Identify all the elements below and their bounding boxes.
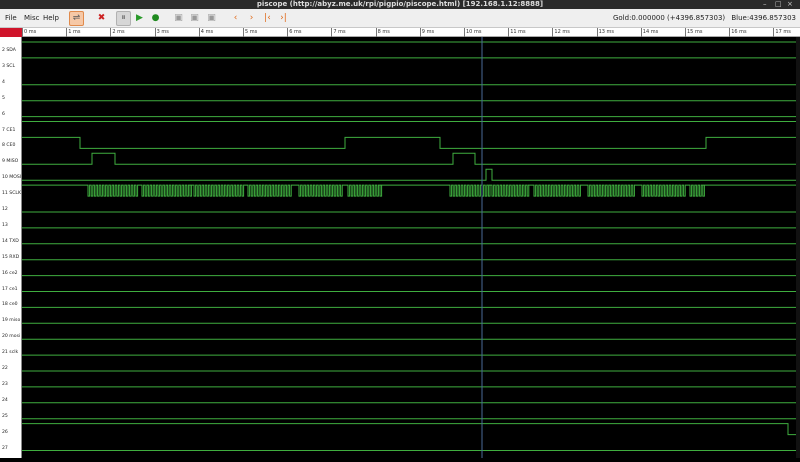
next-button[interactable]: ›	[244, 11, 259, 26]
snapshot-icon: ▣	[207, 13, 216, 23]
channel-label: 21 sclk	[2, 350, 19, 356]
ruler-tick-label: 10 ms	[466, 29, 482, 35]
tools-button[interactable]: ✖	[94, 11, 109, 26]
channel-label: 6	[2, 111, 5, 117]
trace-8-ce0	[22, 136, 800, 149]
snap3-button[interactable]: ▣	[204, 11, 219, 26]
chevron-left-icon: ‹	[233, 13, 238, 23]
channel-label: 23	[2, 381, 8, 387]
snap1-button[interactable]: ▣	[171, 11, 186, 26]
channel-label: 7 CE1	[2, 127, 16, 133]
waveform-area[interactable]	[22, 37, 800, 458]
trace-9-miso	[22, 152, 800, 165]
window-titlebar: piscope (http://abyz.me.uk/rpi/pigpio/pi…	[0, 0, 800, 9]
channel-label: 3 SCL	[2, 63, 16, 69]
channel-label: 17 ce1	[2, 286, 18, 292]
menu-help[interactable]: Help	[43, 9, 59, 28]
channel-label: 11 SCLK	[2, 191, 22, 197]
prev-button[interactable]: ‹	[228, 11, 243, 26]
minimize-button[interactable]: –	[763, 0, 767, 9]
first-button[interactable]: |‹	[260, 11, 275, 26]
trace-11-sclk	[22, 184, 800, 197]
channel-label: 22	[2, 366, 8, 371]
maximize-button[interactable]: □	[775, 0, 782, 9]
channel-label: 10 MOSI	[2, 175, 22, 181]
ruler-tick-label: 17 ms	[775, 29, 791, 35]
snap2-button[interactable]: ▣	[187, 11, 202, 26]
skip-back-icon: |‹	[264, 13, 271, 23]
channel-label: 24	[2, 397, 8, 403]
pause-icon: ⏸	[121, 13, 126, 23]
trace-26	[22, 423, 800, 436]
ruler-tick-label: 15 ms	[687, 29, 703, 35]
snapshot-icon: ▣	[190, 13, 199, 23]
channel-label: 25	[2, 413, 8, 419]
skip-forward-icon: ›|	[280, 13, 287, 23]
channel-label: 5	[2, 95, 5, 101]
cursor-status: Gold:0.000000 (+4396.857303) Blue:4396.8…	[609, 9, 796, 28]
live-button[interactable]: ●	[148, 11, 163, 26]
capture-mode-button[interactable]: ⇌	[69, 11, 84, 26]
channel-label: 12	[2, 207, 8, 212]
channel-label: 20 mosi	[2, 334, 21, 340]
channel-label: 13	[2, 222, 8, 228]
menu-file[interactable]: File	[5, 9, 17, 28]
channel-label: 2 SDA	[2, 48, 16, 53]
ruler-tick-label: 16 ms	[731, 29, 747, 35]
vertical-scrollbar[interactable]	[796, 37, 800, 458]
time-ruler[interactable]: 0 ms 1 ms 2 ms 3 ms 4 ms 5 ms 6 ms 7 ms 8 ms 9 ms…	[0, 28, 800, 37]
ruler-tick-label: 8 ms	[377, 29, 390, 35]
last-button[interactable]: ›|	[276, 11, 291, 26]
ruler-tick-label: 9 ms	[421, 29, 435, 35]
tools-icon: ✖	[97, 13, 106, 23]
ruler-marker	[0, 28, 23, 37]
channel-label: 15 RXD	[2, 254, 20, 260]
close-button[interactable]: ×	[787, 0, 793, 9]
ruler-tick-label: 7 ms	[333, 29, 346, 35]
ruler-tick-label: 6 ms	[289, 29, 302, 35]
snapshot-icon: ▣	[174, 13, 183, 23]
channel-labels: 2 SDA 3 SCL 4 5 6 7 CE1 8 CE0 9 MISO 10 MOSI 11 S…	[0, 37, 22, 458]
channel-label: 18 ce0	[2, 302, 18, 308]
menu-misc[interactable]: Misc	[24, 9, 39, 28]
blue-cursor-readout: Blue:4396.857303	[731, 14, 796, 22]
trace-10-mosi	[22, 168, 800, 181]
check-icon: ●	[151, 13, 160, 23]
play-icon: ▶	[136, 13, 143, 23]
channel-label: 27	[2, 445, 8, 451]
channel-label: 8 CE0	[2, 143, 16, 149]
ruler-tick-label: 4 ms	[200, 29, 214, 35]
window-title: piscope (http://abyz.me.uk/rpi/pigpio/pi…	[256, 0, 544, 8]
pause-button[interactable]: ⏸	[116, 11, 131, 26]
ruler-tick-label: 5 ms	[245, 29, 258, 35]
play-button[interactable]: ▶	[132, 11, 147, 26]
ruler-tick-label: 3 ms	[156, 29, 169, 35]
signal-icon: ⇌	[72, 13, 81, 23]
ruler-tick-label: 2 ms	[112, 29, 125, 35]
gold-cursor-readout: Gold:0.000000 (+4396.857303)	[612, 14, 726, 22]
chevron-right-icon: ›	[249, 13, 254, 23]
ruler-tick-label: 13 ms	[598, 29, 615, 35]
ruler-tick-label: 11 ms	[510, 29, 526, 35]
channel-label: 14 TXD	[2, 238, 19, 244]
waveform-svg	[22, 37, 800, 458]
channel-label: 26	[2, 429, 8, 435]
ruler-tick-label: 12 ms	[554, 29, 570, 35]
channel-label: 9 MISO	[2, 159, 19, 165]
channel-label: 4	[2, 79, 5, 85]
toolbar: File Misc Help ⇌ ✖ ⏸ ▶ ● ▣ ▣ ▣ ‹ › |‹ ›| Gold:0.000…	[0, 9, 800, 28]
channel-label: 16 ce2	[2, 270, 18, 276]
ruler-tick-label: 0 ms	[24, 29, 37, 35]
ruler-tick-label: 14 ms	[642, 29, 659, 35]
channel-label: 19 miso	[2, 318, 21, 324]
ruler-tick-label: 1 ms	[68, 29, 81, 35]
